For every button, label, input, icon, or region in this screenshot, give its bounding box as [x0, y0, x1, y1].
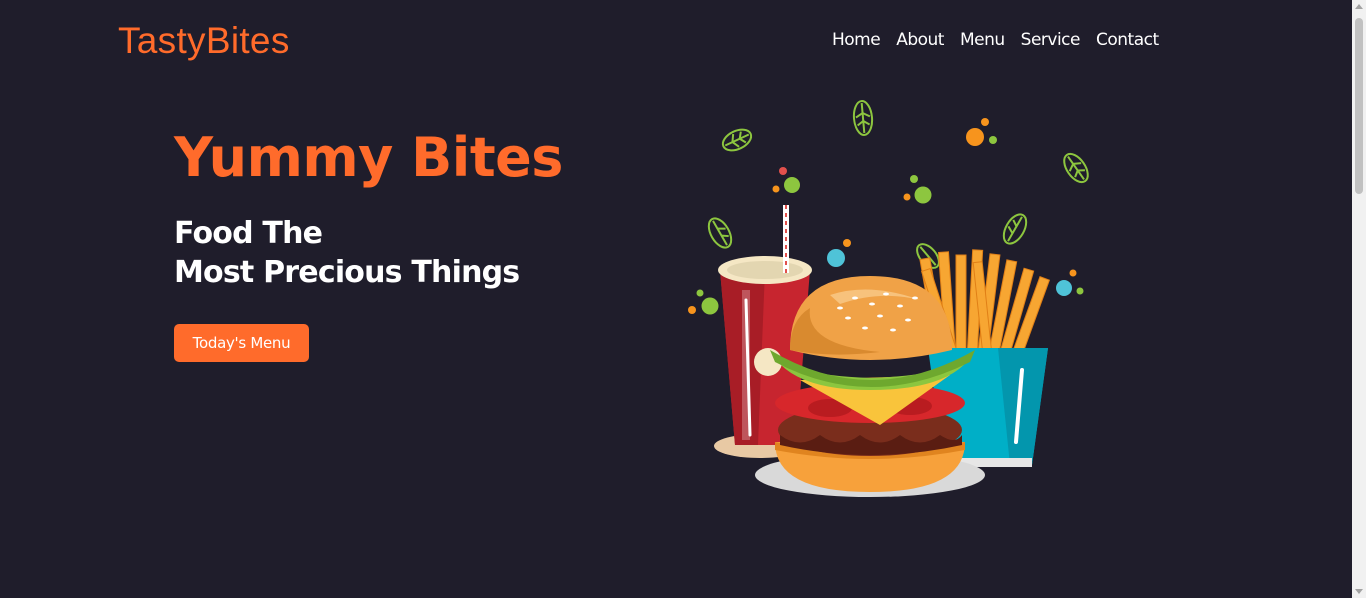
hero-subtitle: Food The Most Precious Things [174, 214, 563, 292]
hero-subtitle-line2: Most Precious Things [174, 255, 520, 290]
scrollbar-thumb[interactable] [1355, 18, 1363, 194]
navbar: TastyBites Home About Menu Service Conta… [0, 0, 1352, 84]
nav-links: Home About Menu Service Contact [832, 30, 1159, 50]
scroll-down-arrow-icon[interactable] [1355, 589, 1363, 594]
nav-link-about[interactable]: About [896, 30, 944, 50]
scroll-up-arrow-icon[interactable] [1355, 4, 1363, 9]
nav-link-home[interactable]: Home [832, 30, 881, 50]
hero-section: Yummy Bites Food The Most Precious Thing… [174, 118, 563, 292]
todays-menu-button[interactable]: Today's Menu [174, 324, 309, 362]
nav-link-service[interactable]: Service [1021, 30, 1081, 50]
nav-link-contact[interactable]: Contact [1096, 30, 1159, 50]
burger-fries-drink-illustration [680, 90, 1100, 510]
page-scrollbar[interactable] [1352, 0, 1366, 598]
food-illustration-icon [688, 100, 1089, 497]
brand-logo[interactable]: TastyBites [118, 20, 290, 62]
hero-subtitle-line1: Food The [174, 216, 323, 251]
nav-link-menu[interactable]: Menu [960, 30, 1005, 50]
hero-title: Yummy Bites [174, 126, 563, 189]
